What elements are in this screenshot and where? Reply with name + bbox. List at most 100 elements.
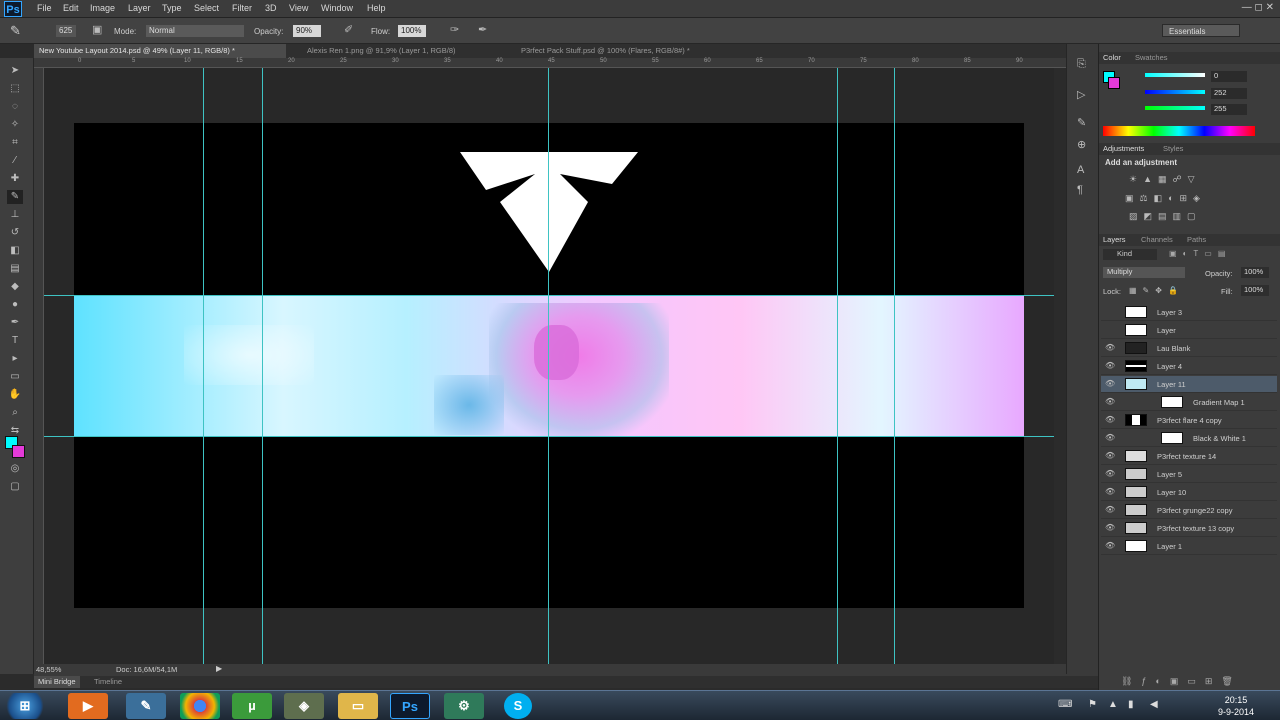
menu-view[interactable]: View (289, 3, 308, 13)
color-spectrum[interactable] (1103, 126, 1255, 136)
doc-size[interactable]: Doc: 16,6M/54,1M (116, 665, 177, 674)
guide-vertical[interactable] (837, 68, 838, 664)
shape-tool-icon[interactable]: ▭ (7, 370, 23, 384)
quick-select-tool-icon[interactable]: ✧ (7, 118, 23, 132)
tab-timeline[interactable]: Timeline (94, 677, 122, 686)
menu-window[interactable]: Window (321, 3, 353, 13)
adjustment-icons-row-3[interactable]: ▨◩▤▥▢ (1129, 211, 1229, 223)
guide-vertical[interactable] (548, 68, 549, 664)
brush-panel-icon[interactable]: ▣ (92, 23, 102, 36)
g-value-field[interactable]: 252 (1211, 88, 1247, 99)
eye-icon[interactable]: 👁 (1105, 541, 1115, 550)
gradient-tool-icon[interactable]: ▤ (7, 262, 23, 276)
layer-row[interactable]: 👁 P3rfect texture 14 (1101, 448, 1277, 465)
tab-mini-bridge[interactable]: Mini Bridge (34, 676, 80, 688)
character-icon[interactable]: A (1077, 164, 1084, 176)
layer-row[interactable]: 👁 Gradient Map 1 (1101, 394, 1277, 411)
b-slider[interactable] (1145, 106, 1205, 110)
history-brush-tool-icon[interactable]: ↺ (7, 226, 23, 240)
eye-icon[interactable]: 👁 (1105, 433, 1115, 442)
path-select-tool-icon[interactable]: ▸ (7, 352, 23, 366)
eye-icon[interactable]: 👁 (1105, 361, 1115, 370)
guide-horizontal[interactable] (44, 436, 1054, 437)
paragraph-icon[interactable]: ¶ (1077, 184, 1083, 196)
layer-footer-icons[interactable]: ⛓ƒ◐▣▭⊞🗑 (1121, 676, 1242, 687)
pressure-size-icon[interactable]: ✒ (478, 23, 487, 36)
photoshop-icon[interactable]: Ps (4, 1, 22, 17)
menu-file[interactable]: File (37, 3, 52, 13)
marquee-tool-icon[interactable]: ⬚ (7, 82, 23, 96)
pressure-opacity-icon[interactable]: ✐ (344, 23, 353, 36)
tab-color[interactable]: Color (1103, 53, 1121, 62)
healing-tool-icon[interactable]: ✚ (7, 172, 23, 186)
eye-icon[interactable]: 👁 (1105, 415, 1115, 424)
show-hidden-icons[interactable]: ▲ (1108, 699, 1118, 710)
layer-row[interactable]: 👁 Lau Blank (1101, 340, 1277, 357)
lasso-tool-icon[interactable]: ◌ (7, 100, 23, 114)
media-player-icon[interactable]: ▶ (68, 693, 108, 719)
crop-tool-icon[interactable]: ⌗ (7, 136, 23, 150)
app-icon[interactable]: ◈ (284, 693, 324, 719)
guide-vertical[interactable] (894, 68, 895, 664)
menu-layer[interactable]: Layer (128, 3, 151, 13)
menu-3d[interactable]: 3D (265, 3, 277, 13)
eye-icon[interactable]: 👁 (1105, 505, 1115, 514)
skype-icon[interactable]: S (504, 693, 532, 719)
layer-row[interactable]: Layer 3 (1101, 304, 1277, 321)
window-controls[interactable]: — ◻ ✕ (1242, 2, 1274, 13)
workspace-select[interactable]: Essentials (1162, 24, 1240, 37)
r-value-field[interactable]: 0 (1211, 71, 1247, 82)
eye-icon[interactable]: 👁 (1105, 469, 1115, 478)
layer-row[interactable]: 👁 P3rfect texture 13 copy (1101, 520, 1277, 537)
utorrent-icon[interactable]: µ (232, 693, 272, 719)
menu-edit[interactable]: Edit (63, 3, 79, 13)
layer-opacity-field[interactable]: 100% (1241, 267, 1269, 278)
file-explorer-icon[interactable]: ▭ (338, 693, 378, 719)
b-value-field[interactable]: 255 (1211, 104, 1247, 115)
type-tool-icon[interactable]: T (7, 334, 23, 348)
eyedropper-tool-icon[interactable]: ⁄ (7, 154, 23, 168)
layer-filter-icons[interactable]: ▣◐T▭▤ (1169, 249, 1269, 260)
tab-alexis-ren[interactable]: Alexis Ren 1.png @ 91,9% (Layer 1, RGB/8… (302, 44, 512, 58)
menu-image[interactable]: Image (90, 3, 115, 13)
brush-presets-icon[interactable]: ✎ (1077, 116, 1086, 129)
eye-icon[interactable]: 👁 (1105, 451, 1115, 460)
dodge-tool-icon[interactable]: ● (7, 298, 23, 312)
photoshop-taskbar-icon[interactable]: Ps (390, 693, 430, 719)
eye-icon[interactable]: 👁 (1105, 397, 1115, 406)
system-clock[interactable]: 20:15 9-9-2014 (1218, 694, 1254, 718)
tab-layers[interactable]: Layers (1103, 235, 1126, 244)
history-icon[interactable]: ⎘ (1077, 58, 1086, 71)
brush-tool-icon[interactable]: ✎ (10, 23, 21, 39)
tab-paths[interactable]: Paths (1187, 235, 1206, 244)
layer-row[interactable]: 👁 Layer 5 (1101, 466, 1277, 483)
move-tool-icon[interactable]: ➤ (7, 64, 23, 78)
opacity-field[interactable]: 90% (293, 25, 321, 37)
flow-field[interactable]: 100% (398, 25, 426, 37)
eye-icon[interactable]: 👁 (1105, 487, 1115, 496)
blur-tool-icon[interactable]: ◆ (7, 280, 23, 294)
tab-swatches[interactable]: Swatches (1135, 53, 1168, 62)
notepad-icon[interactable]: ✎ (126, 693, 166, 719)
clone-source-icon[interactable]: ⊕ (1077, 138, 1086, 151)
layer-row[interactable]: 👁 Layer 4 (1101, 358, 1277, 375)
guide-vertical[interactable] (203, 68, 204, 664)
actions-icon[interactable]: ▷ (1077, 88, 1085, 101)
zoom-level[interactable]: 48,55% (36, 665, 61, 674)
layer-row[interactable]: 👁 Layer 10 (1101, 484, 1277, 501)
brush-size-field[interactable]: 625 (56, 25, 76, 37)
tab-youtube-layout[interactable]: New Youtube Layout 2014.psd @ 49% (Layer… (34, 44, 286, 58)
screen-mode-icon[interactable]: ▢ (7, 480, 23, 494)
clone-stamp-tool-icon[interactable]: ⊥ (7, 208, 23, 222)
adjustment-icons-row-1[interactable]: ☀▲▦☍▽ (1129, 174, 1229, 186)
tab-p3rfect-pack[interactable]: P3rfect Pack Stuff.psd @ 100% (Flares, R… (516, 44, 756, 58)
mode-select[interactable]: Normal (146, 25, 244, 37)
airbrush-icon[interactable]: ✑ (450, 23, 459, 36)
g-slider[interactable] (1145, 90, 1205, 94)
network-icon[interactable]: ▮ (1128, 699, 1134, 710)
lock-icons[interactable]: ▦✎✥🔒 (1129, 286, 1184, 295)
guide-vertical[interactable] (262, 68, 263, 664)
tab-styles[interactable]: Styles (1163, 144, 1183, 153)
tab-adjustments[interactable]: Adjustments (1103, 144, 1144, 153)
windows-start-icon[interactable]: ⊞ (2, 693, 48, 719)
